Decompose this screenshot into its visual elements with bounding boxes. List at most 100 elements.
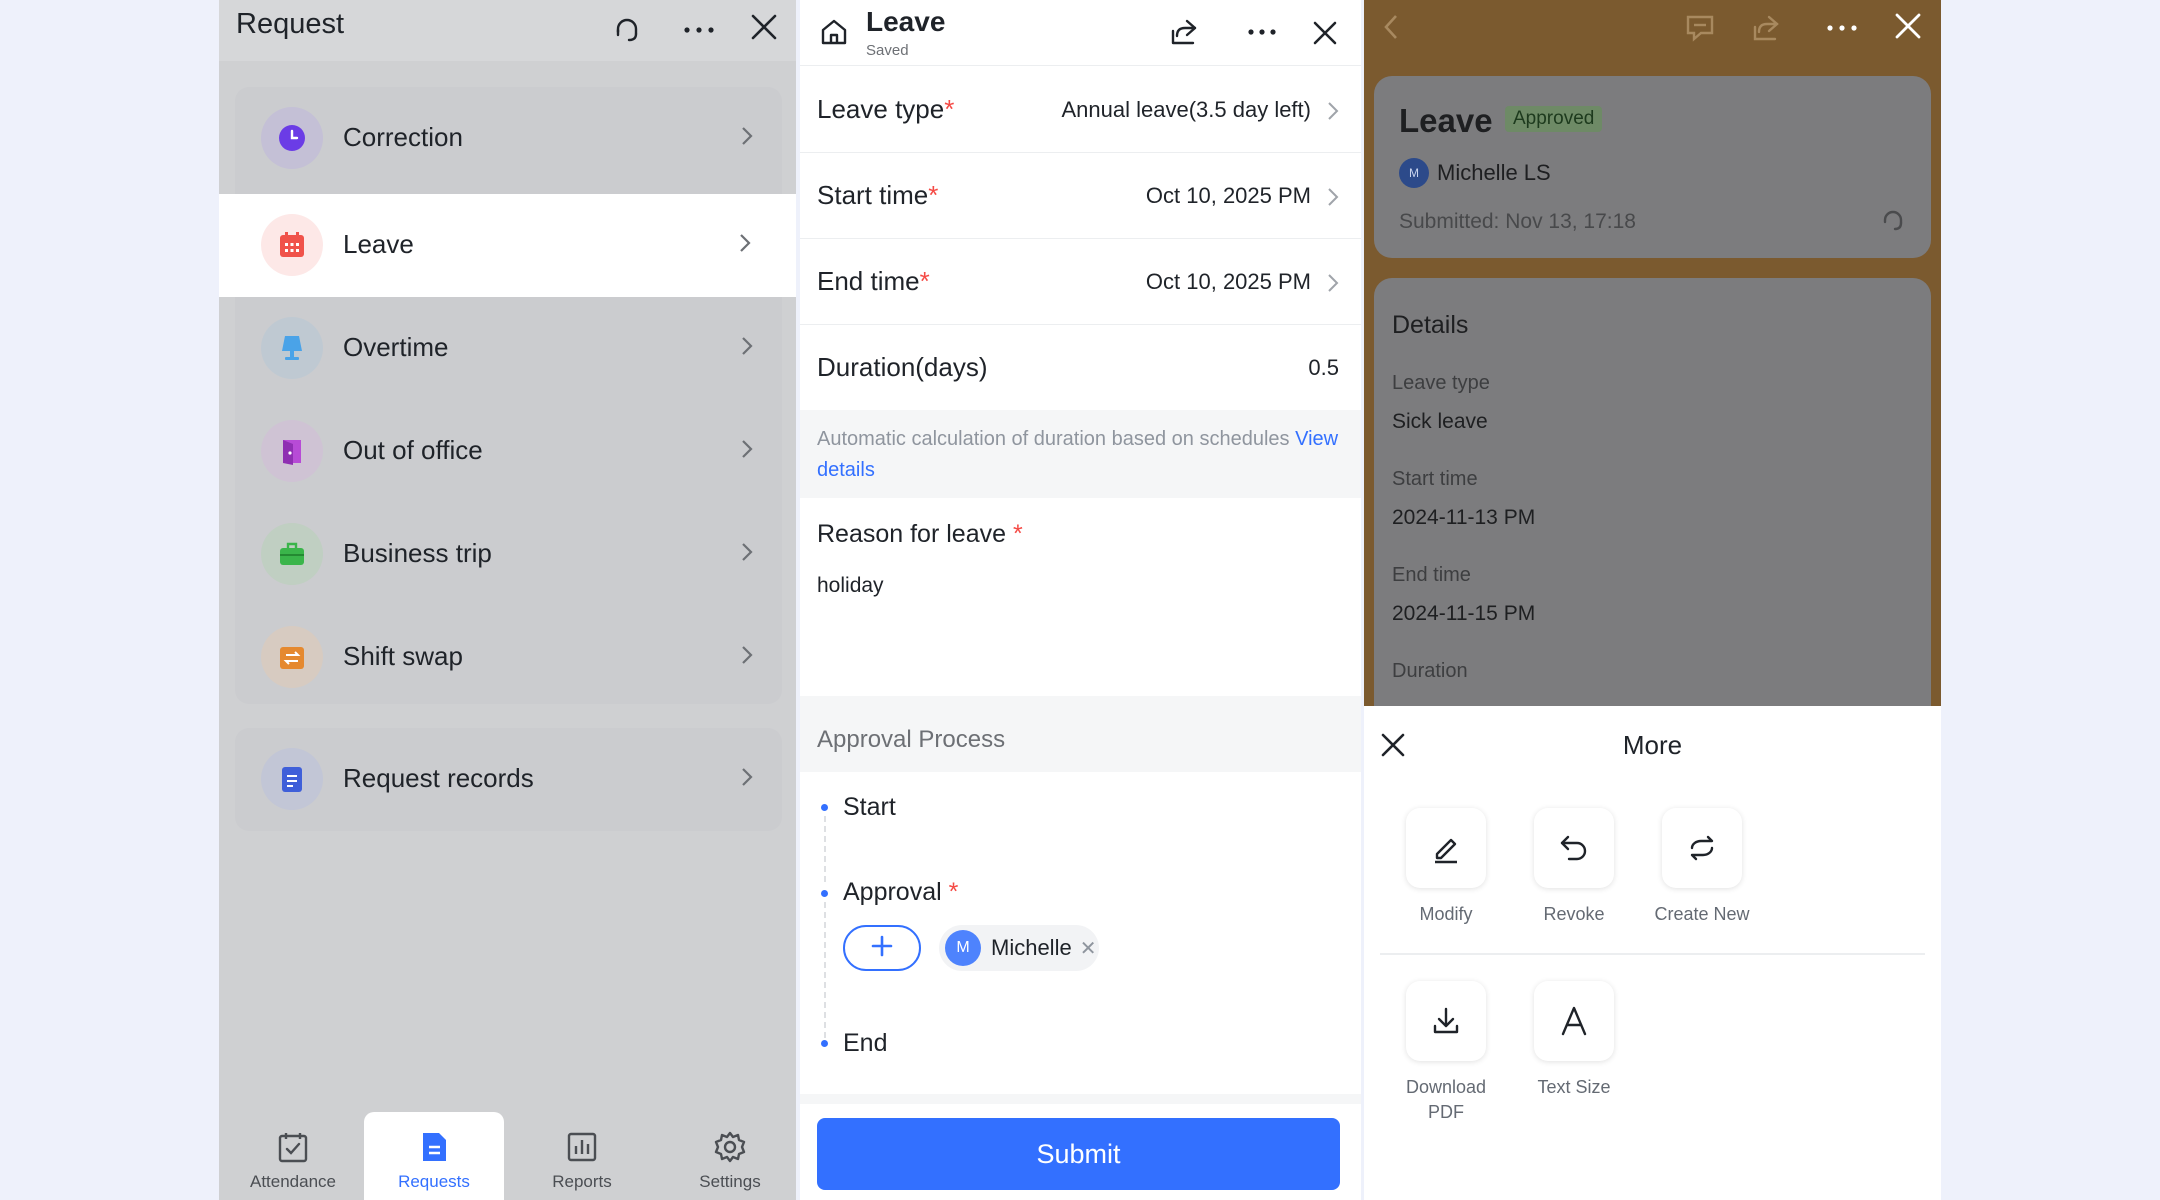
action-label: Revoke bbox=[1543, 904, 1605, 924]
detail-value: Sick leave bbox=[1392, 410, 1488, 433]
leave-type-field[interactable]: Leave type* Annual leave(3.5 day left) bbox=[800, 67, 1361, 153]
field-value: Annual leave(3.5 day left) bbox=[1061, 97, 1312, 122]
home-icon[interactable] bbox=[816, 14, 852, 50]
document-icon bbox=[261, 748, 323, 810]
avatar: M bbox=[1399, 158, 1429, 188]
undo-icon bbox=[1534, 808, 1614, 888]
flow-dot bbox=[821, 1040, 828, 1047]
download-pdf-button[interactable]: Download PDF bbox=[1382, 981, 1510, 1125]
reason-input[interactable]: holiday bbox=[817, 574, 884, 598]
section-label: Approval Process bbox=[817, 726, 1006, 753]
headset-icon[interactable] bbox=[607, 10, 647, 50]
request-item-shift-swap[interactable]: Shift swap bbox=[235, 606, 782, 704]
request-item-out-of-office[interactable]: Out of office bbox=[235, 400, 782, 503]
request-records-item[interactable]: Request records bbox=[235, 728, 782, 831]
duration-note: Automatic calculation of duration based … bbox=[800, 410, 1361, 498]
calendar-icon bbox=[261, 214, 323, 276]
text-size-button[interactable]: Text Size bbox=[1510, 981, 1638, 1100]
start-time-field[interactable]: Start time* Oct 10, 2025 PM bbox=[800, 153, 1361, 239]
action-label: Text Size bbox=[1537, 1077, 1611, 1097]
request-item-label: Request records bbox=[343, 763, 534, 793]
tab-reports[interactable]: Reports bbox=[512, 1112, 652, 1200]
tab-attendance[interactable]: Attendance bbox=[223, 1112, 363, 1200]
remove-approver-icon[interactable]: ✕ bbox=[1080, 936, 1097, 961]
submit-button[interactable]: Submit bbox=[817, 1118, 1340, 1190]
field-label: Duration(days) bbox=[817, 352, 988, 382]
refresh-icon[interactable] bbox=[1878, 206, 1908, 236]
door-icon bbox=[261, 420, 323, 482]
tab-requests[interactable]: Requests bbox=[364, 1112, 504, 1200]
leave-detail-panel: Leave Approved M Michelle LS Submitted: … bbox=[1364, 0, 1941, 1200]
more-icon[interactable] bbox=[1822, 10, 1862, 46]
page-title: Request bbox=[236, 8, 345, 40]
flow-approval-label: Approval * bbox=[843, 878, 959, 906]
plus-icon bbox=[871, 935, 893, 962]
calendar-check-icon bbox=[276, 1130, 310, 1169]
tab-settings[interactable]: Settings bbox=[660, 1112, 796, 1200]
add-approver-button[interactable] bbox=[843, 925, 921, 971]
records-card: Request records bbox=[235, 728, 782, 831]
tab-label: Requests bbox=[398, 1172, 470, 1191]
bottom-tab-bar: Attendance Requests Reports Settings bbox=[219, 1112, 796, 1200]
request-item-leave[interactable]: Leave bbox=[219, 194, 796, 297]
revoke-button[interactable]: Revoke bbox=[1510, 808, 1638, 927]
request-header: Request bbox=[219, 0, 796, 61]
leave-form-panel: Leave Saved Leave type* Annual leave(3.5… bbox=[800, 0, 1361, 1200]
document-icon bbox=[417, 1130, 451, 1169]
flow-end-label: End bbox=[843, 1029, 888, 1057]
field-value: Oct 10, 2025 PM bbox=[1145, 269, 1311, 294]
text-size-icon bbox=[1534, 981, 1614, 1061]
request-panel: Request Correction Leave Overtime Out of… bbox=[219, 0, 796, 1200]
chevron-right-icon bbox=[740, 335, 754, 362]
flow-line bbox=[824, 902, 826, 1038]
reason-label: Reason for leave * bbox=[817, 520, 1023, 548]
download-icon bbox=[1406, 981, 1486, 1061]
action-label: Create New bbox=[1654, 904, 1750, 924]
request-item-overtime[interactable]: Overtime bbox=[235, 297, 782, 400]
form-title: Leave bbox=[866, 6, 946, 37]
request-item-correction[interactable]: Correction bbox=[235, 87, 782, 190]
field-label: End time* bbox=[817, 266, 930, 296]
request-item-label: Leave bbox=[343, 229, 414, 259]
details-card: Details Leave type Sick leave Start time… bbox=[1374, 278, 1931, 728]
field-label: Leave type* bbox=[817, 94, 955, 124]
save-status: Saved bbox=[866, 42, 909, 59]
back-icon[interactable] bbox=[1376, 12, 1406, 42]
more-actions-sheet: More Modify Revoke Create New Download P… bbox=[1364, 706, 1941, 1200]
request-item-label: Overtime bbox=[343, 332, 449, 362]
request-types-card-lower: Overtime Out of office Business trip Shi… bbox=[235, 297, 782, 704]
briefcase-icon bbox=[261, 523, 323, 585]
close-icon[interactable] bbox=[1307, 15, 1343, 51]
more-icon[interactable] bbox=[1244, 14, 1280, 50]
detail-title: Leave bbox=[1399, 102, 1493, 139]
create-new-button[interactable]: Create New bbox=[1638, 808, 1766, 927]
request-summary-card: Leave Approved M Michelle LS Submitted: … bbox=[1374, 76, 1931, 258]
detail-top-bar bbox=[1364, 0, 1941, 60]
approver-chip[interactable]: M Michelle ✕ bbox=[939, 925, 1099, 971]
share-icon[interactable] bbox=[1166, 14, 1202, 50]
more-icon[interactable] bbox=[679, 10, 719, 50]
applicant-name: Michelle LS bbox=[1437, 160, 1551, 185]
modify-button[interactable]: Modify bbox=[1382, 808, 1510, 927]
close-icon[interactable] bbox=[1890, 8, 1926, 44]
tab-label: Reports bbox=[552, 1172, 612, 1191]
detail-key: Start time bbox=[1392, 468, 1478, 490]
approver-name: Michelle bbox=[991, 935, 1072, 960]
request-item-business-trip[interactable]: Business trip bbox=[235, 503, 782, 606]
detail-key: Duration bbox=[1392, 660, 1468, 682]
tab-label: Attendance bbox=[249, 1172, 336, 1191]
clock-icon bbox=[261, 107, 323, 169]
share-icon[interactable] bbox=[1748, 10, 1784, 46]
gear-icon bbox=[713, 1130, 747, 1169]
chevron-right-icon bbox=[740, 125, 754, 152]
field-value: Oct 10, 2025 PM bbox=[1145, 183, 1311, 208]
pencil-icon bbox=[1406, 808, 1486, 888]
tab-label: Settings bbox=[699, 1172, 761, 1191]
close-icon[interactable] bbox=[744, 7, 784, 47]
comment-icon[interactable] bbox=[1682, 10, 1718, 46]
submitted-time: Submitted: Nov 13, 17:18 bbox=[1399, 210, 1636, 233]
detail-key: End time bbox=[1392, 564, 1471, 586]
chevron-right-icon bbox=[1327, 273, 1339, 298]
end-time-field[interactable]: End time* Oct 10, 2025 PM bbox=[800, 239, 1361, 325]
chevron-right-icon bbox=[738, 232, 752, 259]
